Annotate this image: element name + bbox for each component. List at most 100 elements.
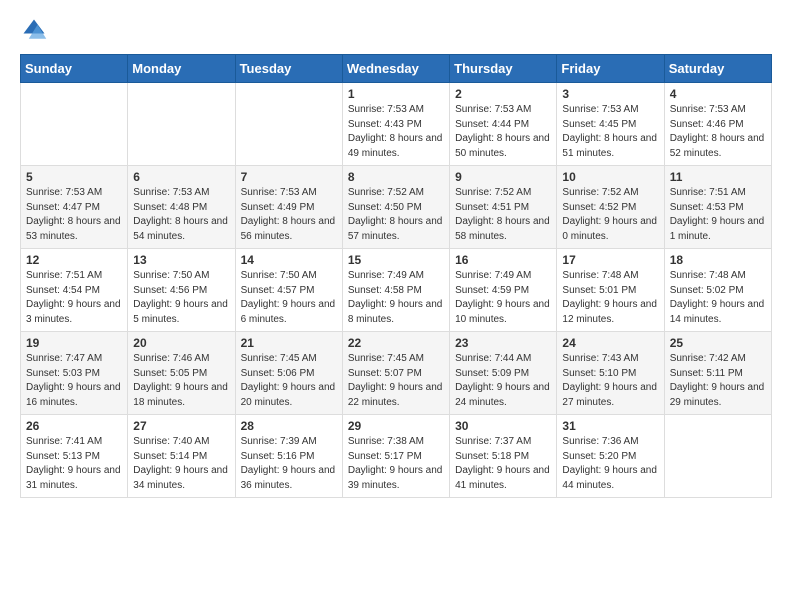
- day-info: Sunrise: 7:43 AM Sunset: 5:10 PM Dayligh…: [562, 352, 658, 410]
- sunrise-text: Sunrise: 7:50 AM: [133, 270, 209, 281]
- day-info: Sunrise: 7:53 AM Sunset: 4:47 PM Dayligh…: [26, 186, 122, 244]
- day-number: 22: [348, 336, 444, 350]
- calendar-cell: 22 Sunrise: 7:45 AM Sunset: 5:07 PM Dayl…: [342, 332, 449, 415]
- calendar-cell: [664, 415, 771, 498]
- weekday-header-monday: Monday: [128, 55, 235, 83]
- day-info: Sunrise: 7:39 AM Sunset: 5:16 PM Dayligh…: [241, 435, 337, 493]
- calendar-cell: [235, 83, 342, 166]
- sunrise-text: Sunrise: 7:42 AM: [670, 353, 746, 364]
- daylight-text: Daylight: 8 hours and 51 minutes.: [562, 133, 657, 159]
- daylight-text: Daylight: 8 hours and 53 minutes.: [26, 216, 121, 242]
- sunset-text: Sunset: 5:02 PM: [670, 285, 744, 296]
- calendar-cell: 28 Sunrise: 7:39 AM Sunset: 5:16 PM Dayl…: [235, 415, 342, 498]
- sunrise-text: Sunrise: 7:53 AM: [133, 187, 209, 198]
- sunrise-text: Sunrise: 7:49 AM: [348, 270, 424, 281]
- daylight-text: Daylight: 8 hours and 58 minutes.: [455, 216, 550, 242]
- calendar-cell: 7 Sunrise: 7:53 AM Sunset: 4:49 PM Dayli…: [235, 166, 342, 249]
- day-number: 9: [455, 170, 551, 184]
- day-number: 29: [348, 419, 444, 433]
- sunrise-text: Sunrise: 7:46 AM: [133, 353, 209, 364]
- daylight-text: Daylight: 9 hours and 10 minutes.: [455, 299, 550, 325]
- sunrise-text: Sunrise: 7:45 AM: [348, 353, 424, 364]
- sunset-text: Sunset: 4:44 PM: [455, 119, 529, 130]
- weekday-header-saturday: Saturday: [664, 55, 771, 83]
- day-info: Sunrise: 7:53 AM Sunset: 4:44 PM Dayligh…: [455, 103, 551, 161]
- day-number: 8: [348, 170, 444, 184]
- daylight-text: Daylight: 9 hours and 6 minutes.: [241, 299, 336, 325]
- daylight-text: Daylight: 9 hours and 36 minutes.: [241, 465, 336, 491]
- sunset-text: Sunset: 4:58 PM: [348, 285, 422, 296]
- calendar-cell: 17 Sunrise: 7:48 AM Sunset: 5:01 PM Dayl…: [557, 249, 664, 332]
- calendar-cell: 2 Sunrise: 7:53 AM Sunset: 4:44 PM Dayli…: [450, 83, 557, 166]
- daylight-text: Daylight: 8 hours and 57 minutes.: [348, 216, 443, 242]
- calendar-page: SundayMondayTuesdayWednesdayThursdayFrid…: [0, 0, 792, 514]
- day-info: Sunrise: 7:42 AM Sunset: 5:11 PM Dayligh…: [670, 352, 766, 410]
- sunrise-text: Sunrise: 7:51 AM: [26, 270, 102, 281]
- sunrise-text: Sunrise: 7:52 AM: [455, 187, 531, 198]
- day-number: 19: [26, 336, 122, 350]
- daylight-text: Daylight: 9 hours and 18 minutes.: [133, 382, 228, 408]
- day-info: Sunrise: 7:49 AM Sunset: 4:59 PM Dayligh…: [455, 269, 551, 327]
- daylight-text: Daylight: 9 hours and 0 minutes.: [562, 216, 657, 242]
- sunset-text: Sunset: 4:47 PM: [26, 202, 100, 213]
- day-number: 28: [241, 419, 337, 433]
- day-info: Sunrise: 7:49 AM Sunset: 4:58 PM Dayligh…: [348, 269, 444, 327]
- sunset-text: Sunset: 4:57 PM: [241, 285, 315, 296]
- day-info: Sunrise: 7:45 AM Sunset: 5:07 PM Dayligh…: [348, 352, 444, 410]
- sunrise-text: Sunrise: 7:44 AM: [455, 353, 531, 364]
- calendar-cell: 30 Sunrise: 7:37 AM Sunset: 5:18 PM Dayl…: [450, 415, 557, 498]
- day-number: 12: [26, 253, 122, 267]
- day-number: 25: [670, 336, 766, 350]
- sunrise-text: Sunrise: 7:39 AM: [241, 436, 317, 447]
- calendar-week-5: 26 Sunrise: 7:41 AM Sunset: 5:13 PM Dayl…: [21, 415, 772, 498]
- calendar-week-3: 12 Sunrise: 7:51 AM Sunset: 4:54 PM Dayl…: [21, 249, 772, 332]
- day-number: 5: [26, 170, 122, 184]
- sunset-text: Sunset: 5:10 PM: [562, 368, 636, 379]
- sunrise-text: Sunrise: 7:40 AM: [133, 436, 209, 447]
- sunrise-text: Sunrise: 7:37 AM: [455, 436, 531, 447]
- day-info: Sunrise: 7:52 AM Sunset: 4:50 PM Dayligh…: [348, 186, 444, 244]
- sunset-text: Sunset: 5:17 PM: [348, 451, 422, 462]
- weekday-header-tuesday: Tuesday: [235, 55, 342, 83]
- day-info: Sunrise: 7:40 AM Sunset: 5:14 PM Dayligh…: [133, 435, 229, 493]
- sunrise-text: Sunrise: 7:52 AM: [348, 187, 424, 198]
- sunrise-text: Sunrise: 7:48 AM: [562, 270, 638, 281]
- sunrise-text: Sunrise: 7:50 AM: [241, 270, 317, 281]
- day-number: 31: [562, 419, 658, 433]
- day-info: Sunrise: 7:37 AM Sunset: 5:18 PM Dayligh…: [455, 435, 551, 493]
- day-number: 14: [241, 253, 337, 267]
- day-info: Sunrise: 7:50 AM Sunset: 4:57 PM Dayligh…: [241, 269, 337, 327]
- daylight-text: Daylight: 9 hours and 27 minutes.: [562, 382, 657, 408]
- day-info: Sunrise: 7:48 AM Sunset: 5:01 PM Dayligh…: [562, 269, 658, 327]
- day-number: 3: [562, 87, 658, 101]
- calendar-body: 1 Sunrise: 7:53 AM Sunset: 4:43 PM Dayli…: [21, 83, 772, 498]
- weekday-header-friday: Friday: [557, 55, 664, 83]
- sunrise-text: Sunrise: 7:48 AM: [670, 270, 746, 281]
- sunrise-text: Sunrise: 7:52 AM: [562, 187, 638, 198]
- sunset-text: Sunset: 5:18 PM: [455, 451, 529, 462]
- day-number: 18: [670, 253, 766, 267]
- sunrise-text: Sunrise: 7:41 AM: [26, 436, 102, 447]
- day-info: Sunrise: 7:53 AM Sunset: 4:43 PM Dayligh…: [348, 103, 444, 161]
- sunset-text: Sunset: 4:53 PM: [670, 202, 744, 213]
- sunset-text: Sunset: 4:54 PM: [26, 285, 100, 296]
- day-info: Sunrise: 7:53 AM Sunset: 4:46 PM Dayligh…: [670, 103, 766, 161]
- sunrise-text: Sunrise: 7:53 AM: [348, 104, 424, 115]
- daylight-text: Daylight: 9 hours and 41 minutes.: [455, 465, 550, 491]
- day-number: 7: [241, 170, 337, 184]
- calendar-week-4: 19 Sunrise: 7:47 AM Sunset: 5:03 PM Dayl…: [21, 332, 772, 415]
- day-info: Sunrise: 7:48 AM Sunset: 5:02 PM Dayligh…: [670, 269, 766, 327]
- sunset-text: Sunset: 4:49 PM: [241, 202, 315, 213]
- calendar-cell: 9 Sunrise: 7:52 AM Sunset: 4:51 PM Dayli…: [450, 166, 557, 249]
- daylight-text: Daylight: 9 hours and 5 minutes.: [133, 299, 228, 325]
- calendar-cell: 20 Sunrise: 7:46 AM Sunset: 5:05 PM Dayl…: [128, 332, 235, 415]
- sunset-text: Sunset: 4:43 PM: [348, 119, 422, 130]
- sunrise-text: Sunrise: 7:53 AM: [26, 187, 102, 198]
- day-number: 21: [241, 336, 337, 350]
- daylight-text: Daylight: 9 hours and 3 minutes.: [26, 299, 121, 325]
- calendar-cell: 5 Sunrise: 7:53 AM Sunset: 4:47 PM Dayli…: [21, 166, 128, 249]
- daylight-text: Daylight: 9 hours and 20 minutes.: [241, 382, 336, 408]
- day-number: 26: [26, 419, 122, 433]
- logo: [20, 16, 52, 44]
- sunset-text: Sunset: 5:11 PM: [670, 368, 743, 379]
